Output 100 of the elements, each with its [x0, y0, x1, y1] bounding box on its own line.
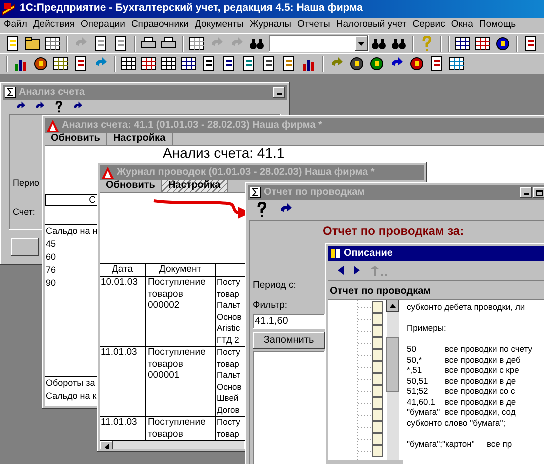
table-icon[interactable]	[53, 56, 69, 72]
sigma-icon	[250, 187, 261, 198]
table-icon[interactable]	[141, 56, 157, 72]
search-combo[interactable]	[269, 35, 369, 52]
table-icon[interactable]	[181, 56, 197, 72]
grid-icon[interactable]	[189, 36, 205, 52]
example-pattern: *,51	[407, 365, 424, 376]
minimize-button[interactable]	[520, 187, 532, 198]
triangle-icon	[47, 120, 59, 132]
document-cell-line: 000001	[148, 370, 180, 382]
menu-item[interactable]: Действия	[30, 18, 78, 33]
example-pattern: 50	[407, 344, 418, 354]
menu-item[interactable]: Файл	[1, 18, 30, 33]
example-meaning: все проводки по счету	[445, 344, 533, 354]
topic-heading: Отчет по проводкам	[330, 285, 432, 299]
menu-item[interactable]: Журналы	[246, 18, 294, 33]
table-cell: Сальдо на н	[45, 225, 98, 238]
example-pattern: 51;52	[407, 386, 430, 396]
description-line: ГТД 2	[217, 334, 240, 346]
minimize-button[interactable]	[273, 87, 285, 98]
description-line: Пальт	[217, 370, 240, 382]
document-cell-line: Поступление	[148, 347, 206, 358]
example-pattern: 50,51	[407, 376, 430, 386]
window-title: Журнал проводок (01.01.03 - 28.02.03) Наша фирма *	[117, 166, 375, 180]
new-document-icon[interactable]	[5, 36, 21, 52]
window-title: Анализ счета: 41.1 (01.01.03 - 28.02.03) Наша фирма *	[62, 119, 322, 133]
example-meaning: все проводки, сод	[445, 407, 516, 418]
document-icon[interactable]	[241, 56, 257, 72]
window-title: Описание	[344, 247, 393, 261]
sigma-icon	[5, 87, 16, 98]
menu-item[interactable]: Отчеты	[294, 18, 334, 33]
menu-item[interactable]: Помощь	[476, 18, 520, 33]
open-folder-icon[interactable]	[25, 36, 41, 52]
document-icon[interactable]	[201, 56, 217, 72]
remember-button[interactable]: Запомнить	[253, 332, 325, 348]
table-cell: Сальдо на к	[45, 390, 97, 403]
document-cell-line: товаров	[148, 428, 184, 440]
description-line: Посту	[217, 347, 240, 358]
window-title: Отчет по проводкам	[264, 186, 366, 200]
field-label: Счет:	[13, 206, 36, 218]
field-label: Перио	[13, 177, 40, 190]
example-pattern: 50,*	[407, 354, 424, 365]
toolbar-button[interactable]: Настройка	[162, 180, 228, 192]
description-line: Посту	[217, 417, 240, 428]
example-meaning: все пр	[487, 438, 512, 449]
document-cell-line: товаров	[148, 288, 184, 300]
document-cell-line: товаров	[148, 358, 184, 370]
description-line: товар	[217, 428, 240, 440]
description-line: товар	[217, 288, 240, 300]
print-icon[interactable]	[141, 36, 157, 52]
description-line: Посту	[217, 277, 240, 288]
example-meaning: все проводки в деб	[445, 354, 521, 365]
disc-icon[interactable]	[369, 56, 385, 72]
document-icon[interactable]	[281, 56, 297, 72]
menu-item[interactable]: Окна	[448, 18, 476, 33]
scroll-left-icon	[104, 444, 108, 449]
filter-field[interactable]: 41.1,60	[253, 314, 325, 328]
period-label: Период с:	[253, 279, 296, 293]
menu-item[interactable]: Налоговый учет	[333, 18, 410, 33]
list-box[interactable]	[253, 350, 325, 464]
maximize-button[interactable]	[533, 187, 544, 198]
menu-item[interactable]: Документы	[192, 18, 247, 33]
table-icon[interactable]	[121, 56, 137, 72]
table-cell: 76	[45, 264, 56, 277]
description-line: Догов	[217, 404, 240, 416]
table-cell: 60	[45, 251, 56, 264]
menu-item[interactable]: Сервис	[410, 18, 448, 33]
print-preview-icon[interactable]	[161, 36, 177, 52]
paste-icon[interactable]	[113, 36, 129, 52]
document-icon[interactable]	[261, 56, 277, 72]
description-line: Основ	[217, 382, 242, 393]
action-button[interactable]	[11, 238, 39, 256]
description-line: Пальт	[217, 300, 240, 312]
help-icon[interactable]	[53, 101, 65, 113]
example-pattern: 41,60.1	[407, 396, 436, 407]
example-meaning: все проводки со с	[445, 386, 516, 396]
dropdown-arrow-icon	[358, 42, 365, 46]
example-meaning: все проводки в де	[445, 376, 516, 386]
menu-item[interactable]: Операции	[78, 18, 128, 33]
document-icon[interactable]	[221, 56, 237, 72]
column-header: Документ	[146, 264, 216, 276]
menu-item[interactable]: Справочники	[128, 18, 192, 33]
document-cell-line: 000002	[148, 300, 180, 312]
document-icon[interactable]	[73, 56, 89, 72]
window-title: Анализ счета	[19, 86, 86, 100]
app-icon	[2, 2, 16, 16]
example-meaning: все проводки с кре	[445, 365, 520, 376]
example-meaning: все проводки в де	[445, 396, 516, 407]
column-header: Дата	[100, 264, 146, 276]
app-title: 1С:Предприятие - Бухгалтерский учет, редакция 4.5: Наша фирма	[20, 1, 364, 16]
forward-arrow-icon[interactable]	[354, 266, 360, 275]
date-cell: 11.01.03	[101, 347, 138, 358]
back-arrow-icon[interactable]	[338, 266, 344, 275]
copy-icon[interactable]	[93, 36, 109, 52]
description-line: Основ	[217, 312, 242, 323]
filter-label: Фильтр:	[253, 299, 288, 314]
table-cell: Обороты за	[45, 377, 96, 390]
report-title: Отчет по проводкам за:	[323, 223, 464, 240]
help-text: субконто дебета проводки, ли	[407, 302, 526, 312]
date-cell: 10.01.03	[101, 277, 138, 288]
